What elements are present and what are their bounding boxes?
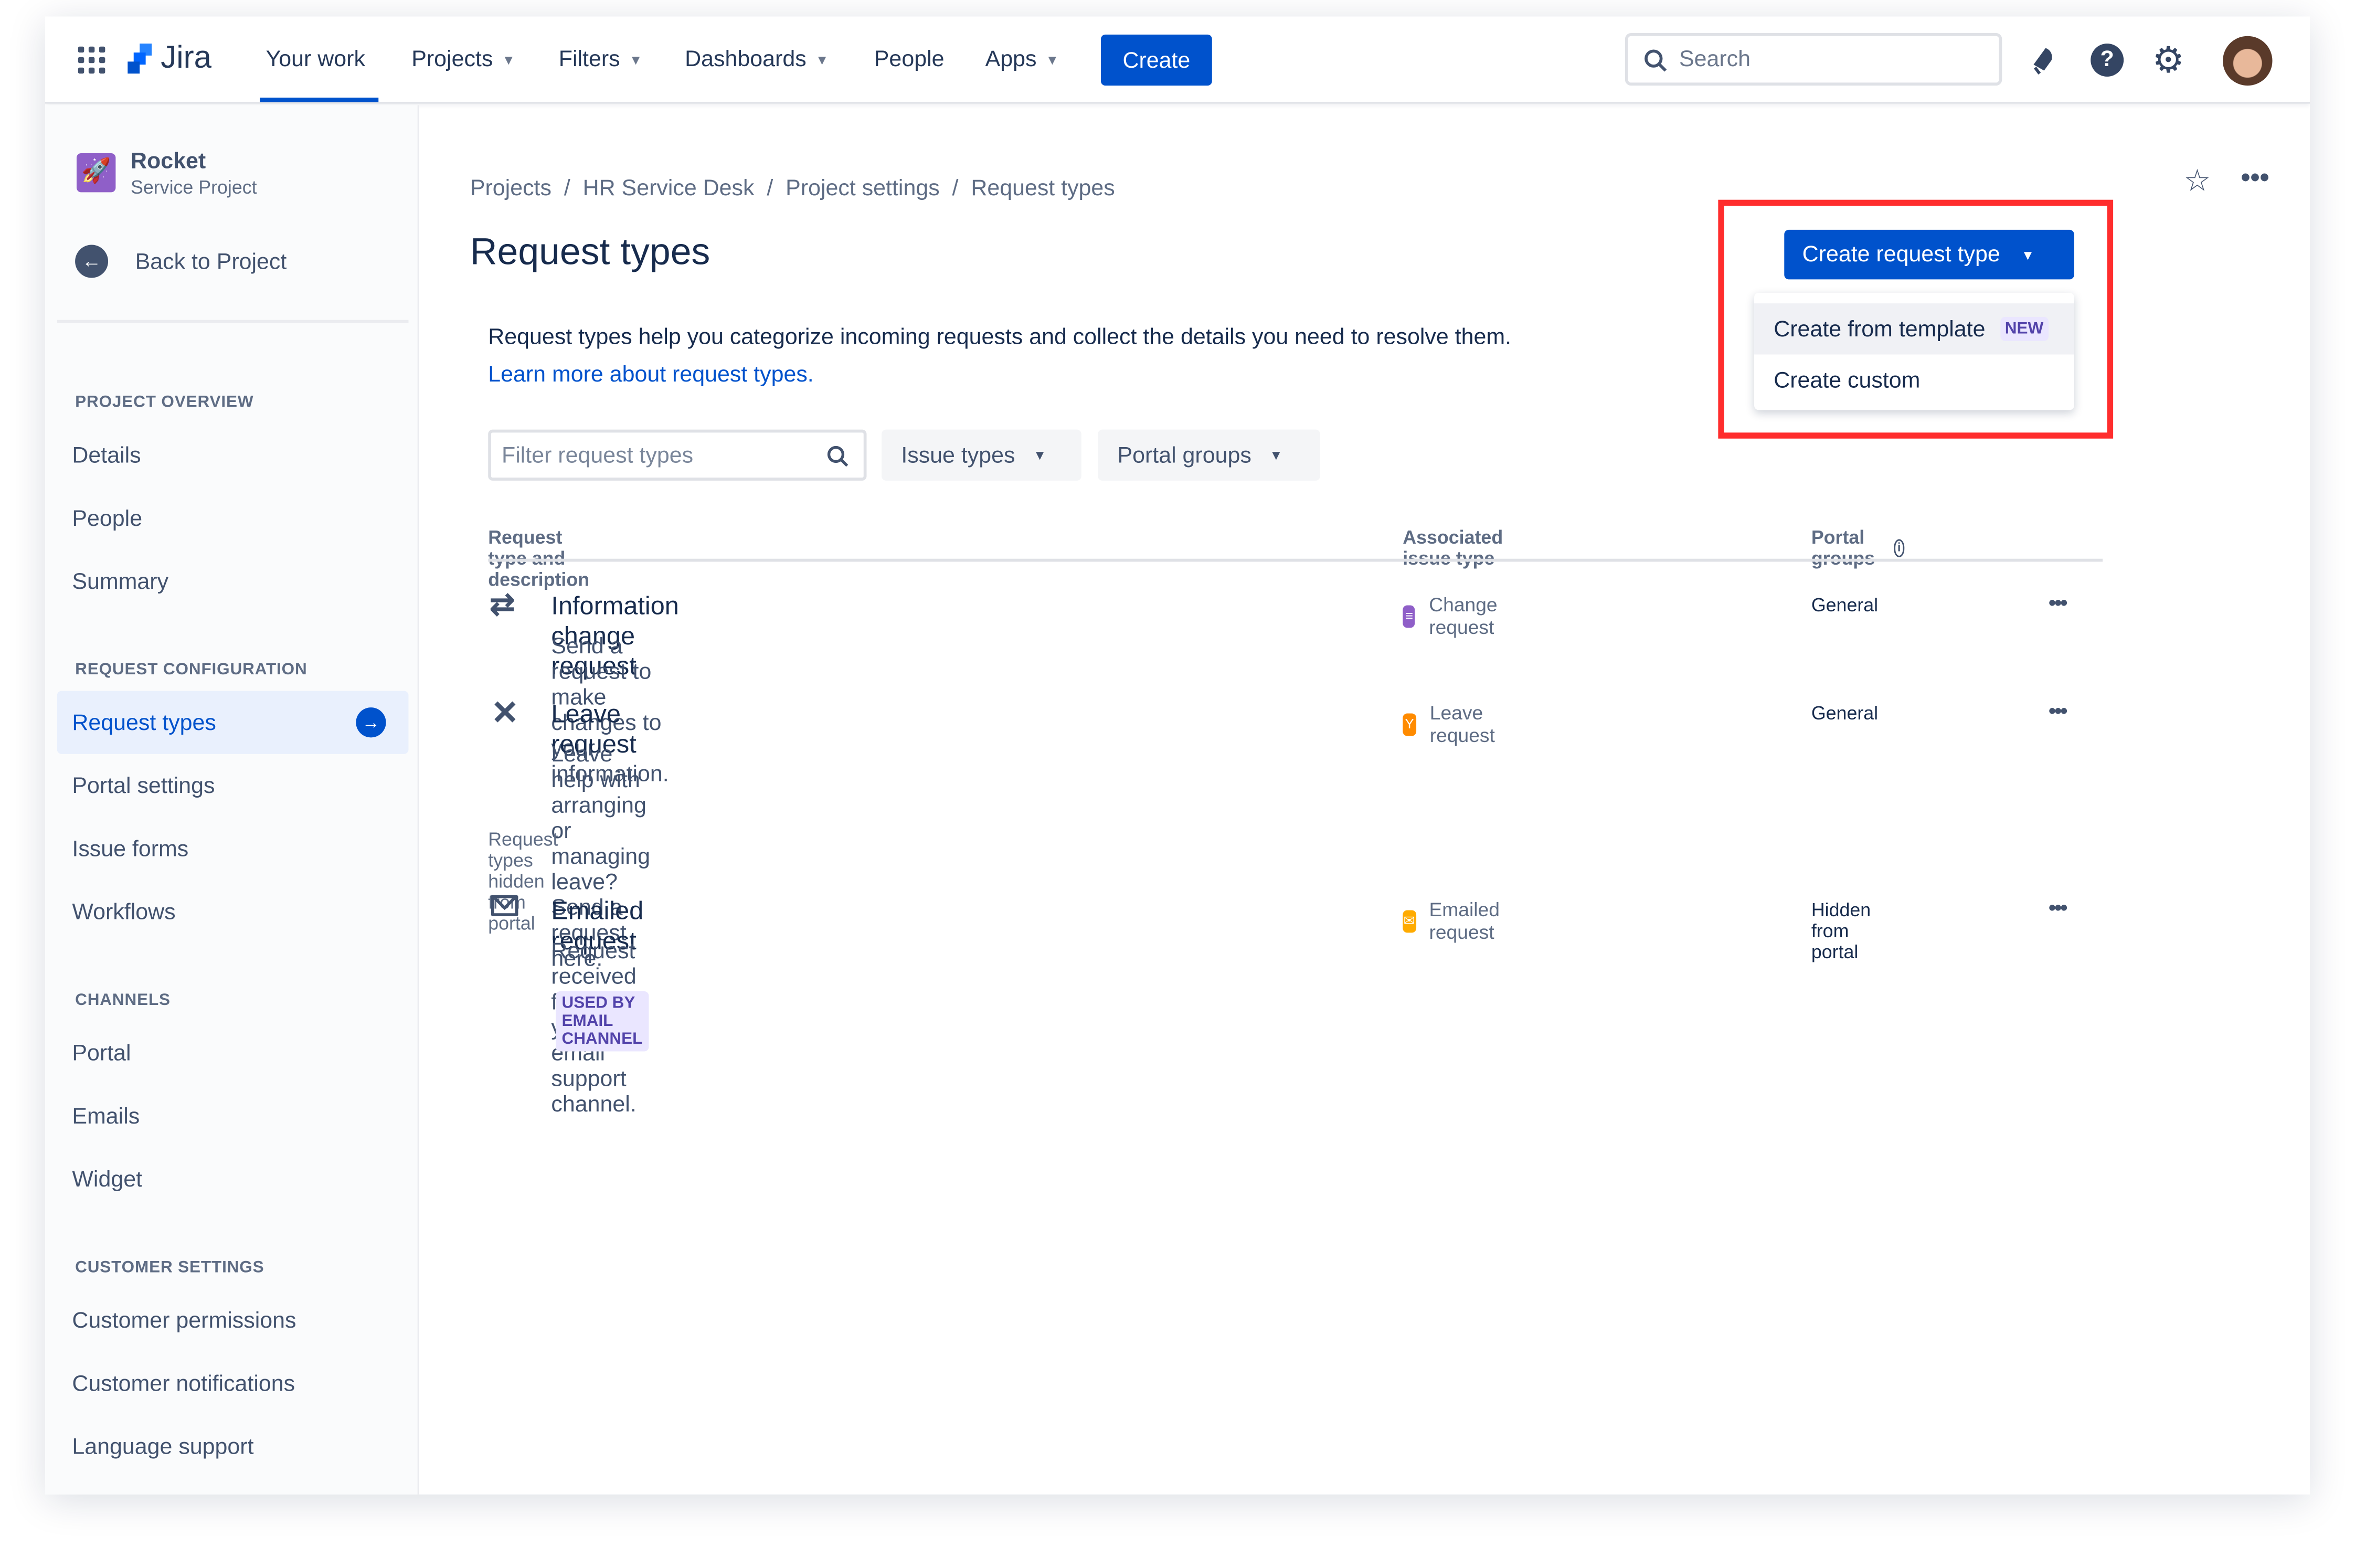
jira-logo[interactable]: Jira <box>125 40 212 77</box>
section-heading: PROJECT OVERVIEW <box>75 394 253 411</box>
create-dropdown-menu: Create from template NEW Create custom <box>1754 293 2074 410</box>
nav-apps[interactable]: Apps▼ <box>985 47 1059 72</box>
chevron-down-icon: ▼ <box>629 52 643 67</box>
intro-text: Request types help you categorize incomi… <box>488 324 1511 350</box>
filter-request-types-input[interactable]: Filter request types <box>488 430 866 481</box>
settings-icon[interactable]: ⚙ <box>2152 39 2185 82</box>
avatar[interactable] <box>2223 36 2272 86</box>
nav-your-work[interactable]: Your work <box>266 47 365 72</box>
more-actions-icon[interactable]: ••• <box>2241 162 2269 194</box>
issue-type: YLeave request <box>1403 702 1504 747</box>
section-heading: CUSTOMER SETTINGS <box>75 1259 264 1277</box>
portal-group: Hidden from portal <box>1811 899 1871 962</box>
page-title: Request types <box>470 231 710 275</box>
sidebar-item-workflows[interactable]: Workflows <box>72 899 175 925</box>
row-more-icon[interactable]: ••• <box>2049 590 2066 615</box>
issue-types-dropdown[interactable]: Issue types▼ <box>882 430 1081 481</box>
arrow-left-icon: ← <box>75 245 108 278</box>
top-nav: Jira Your work Projects▼ Filters▼ Dashbo… <box>45 16 2310 103</box>
create-button[interactable]: Create <box>1101 35 1212 86</box>
search-input[interactable]: Search <box>1625 33 2002 86</box>
info-icon[interactable]: i <box>1893 539 1905 557</box>
new-badge: NEW <box>2000 317 2048 341</box>
sidebar: 🚀 Rocket Service Project ← Back to Proje… <box>45 105 419 1495</box>
hidden-section-heading: Request types hidden from portal <box>488 829 558 934</box>
search-icon <box>826 444 848 467</box>
active-nav-indicator <box>260 98 378 102</box>
breadcrumb-request-types[interactable]: Request types <box>971 176 1115 202</box>
app-window: Jira Your work Projects▼ Filters▼ Dashbo… <box>45 16 2310 1494</box>
project-name: Rocket <box>131 149 206 174</box>
project-type: Service Project <box>131 177 257 198</box>
envelope-icon <box>491 895 518 916</box>
row-more-icon[interactable]: ••• <box>2049 698 2066 723</box>
notifications-icon[interactable] <box>2028 44 2057 77</box>
app-switcher-icon[interactable] <box>78 47 105 74</box>
nav-dashboards[interactable]: Dashboards▼ <box>685 47 829 72</box>
chevron-down-icon: ▼ <box>1033 448 1047 463</box>
sidebar-item-language-support[interactable]: Language support <box>72 1434 253 1460</box>
jira-logo-icon <box>125 40 155 77</box>
help-icon[interactable]: ? <box>2091 44 2124 77</box>
search-icon <box>1643 47 1667 71</box>
breadcrumb-projects[interactable]: Projects <box>470 176 551 202</box>
row-more-icon[interactable]: ••• <box>2049 895 2066 919</box>
learn-more-link[interactable]: Learn more about request types. <box>488 362 814 388</box>
table-header-divider <box>488 559 2103 562</box>
back-to-project[interactable]: ← Back to Project <box>75 245 287 278</box>
breadcrumb-hr-service-desk[interactable]: HR Service Desk <box>583 176 755 202</box>
plane-icon: ✕ <box>491 694 519 733</box>
section-heading: CHANNELS <box>75 991 171 1009</box>
sidebar-item-request-types-label[interactable]: Request types <box>72 711 216 736</box>
leave-request-icon: Y <box>1403 713 1416 735</box>
divider <box>57 320 409 323</box>
nav-projects[interactable]: Projects▼ <box>411 47 515 72</box>
section-heading: REQUEST CONFIGURATION <box>75 661 307 679</box>
swap-arrows-icon: ⇄ <box>490 586 515 623</box>
breadcrumb: Projects / HR Service Desk / Project set… <box>470 176 1115 203</box>
nav-filters[interactable]: Filters▼ <box>559 47 643 72</box>
issue-type: ✉Emailed request <box>1403 898 1509 944</box>
portal-group: General <box>1811 703 1878 724</box>
portal-group: General <box>1811 595 1878 616</box>
chevron-down-icon: ▼ <box>1269 448 1283 463</box>
arrow-right-icon: → <box>356 707 386 737</box>
email-channel-badge: USED BY EMAIL CHANNEL <box>556 991 649 1051</box>
sidebar-item-portal[interactable]: Portal <box>72 1041 131 1067</box>
sidebar-item-widget[interactable]: Widget <box>72 1167 142 1193</box>
menu-item-create-custom[interactable]: Create custom <box>1754 354 2074 405</box>
chevron-down-icon: ▼ <box>1046 52 1059 67</box>
star-icon[interactable]: ☆ <box>2184 162 2211 200</box>
create-request-type-button[interactable]: Create request type▼ <box>1784 230 2074 279</box>
sidebar-item-portal-settings[interactable]: Portal settings <box>72 774 215 799</box>
column-header-issue-type: Associated issue type <box>1403 527 1503 569</box>
project-avatar: 🚀 <box>77 153 115 192</box>
menu-item-create-from-template[interactable]: Create from template NEW <box>1754 303 2074 354</box>
sidebar-item-details[interactable]: Details <box>72 443 141 469</box>
emailed-request-icon: ✉ <box>1403 909 1415 932</box>
nav-people[interactable]: People <box>874 47 945 72</box>
change-request-icon: ≡ <box>1403 605 1415 627</box>
portal-groups-dropdown[interactable]: Portal groups▼ <box>1098 430 1320 481</box>
chevron-down-icon: ▼ <box>815 52 829 67</box>
chevron-down-icon: ▼ <box>502 52 516 67</box>
sidebar-item-customer-notifications[interactable]: Customer notifications <box>72 1371 295 1397</box>
column-header-portal-groups: Portal groupsi <box>1811 527 1905 569</box>
sidebar-item-summary[interactable]: Summary <box>72 569 168 595</box>
chevron-down-icon: ▼ <box>2021 247 2035 262</box>
sidebar-item-issue-forms[interactable]: Issue forms <box>72 836 188 862</box>
brand-name: Jira <box>161 40 211 77</box>
issue-type: ≡Change request <box>1403 594 1507 639</box>
breadcrumb-project-settings[interactable]: Project settings <box>786 176 940 202</box>
sidebar-item-customer-permissions[interactable]: Customer permissions <box>72 1308 296 1334</box>
sidebar-item-emails[interactable]: Emails <box>72 1104 140 1130</box>
sidebar-item-people[interactable]: People <box>72 506 142 532</box>
